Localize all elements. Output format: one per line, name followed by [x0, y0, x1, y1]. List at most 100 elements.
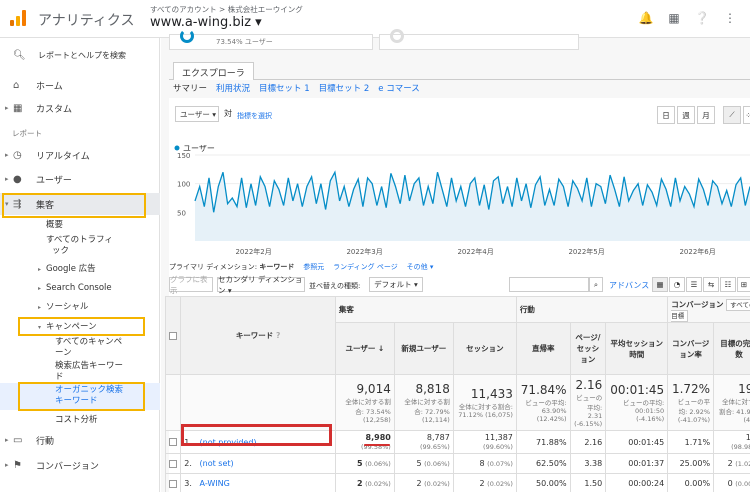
period-week-button[interactable]: 週: [677, 106, 695, 124]
dimension-other-link[interactable]: その他 ▾: [407, 263, 434, 271]
period-month-button[interactable]: 月: [697, 106, 715, 124]
row-cr: 25.00%: [667, 453, 715, 474]
table-row[interactable]: 2. (not set) 5 (0.06%) 5 (0.06%) 8 (0.07%) 6…: [165, 453, 750, 474]
sidebar-sub-all-campaigns-2[interactable]: ーン: [55, 348, 72, 359]
sidebar-search[interactable]: 🔍︎ レポートとヘルプを検索: [0, 44, 160, 66]
advanced-link[interactable]: アドバンス: [609, 280, 649, 291]
plot-rows-button[interactable]: グラフに表示: [169, 275, 213, 295]
table-view-icon[interactable]: ▦: [652, 277, 668, 292]
row-keyword-link[interactable]: A-WING: [200, 479, 230, 488]
row-new-cell: 8,787 (99.65%): [393, 430, 454, 454]
col-conv-rate[interactable]: コンバージョン率: [667, 322, 715, 375]
row-users-cell: 8,980 (99.58%): [334, 430, 395, 454]
donut-icon: [390, 29, 404, 43]
dimension-landing-link[interactable]: ランディング ページ: [333, 263, 398, 271]
chevron-right-icon: ▸: [5, 151, 9, 159]
sidebar-sub-paid-keywords[interactable]: 検索広告キーワー: [55, 361, 123, 372]
help-icon[interactable]: ❔: [694, 10, 710, 26]
total-bounce: 71.84%: [520, 382, 567, 397]
subtab-goal2[interactable]: 目標セット 2: [319, 82, 370, 94]
select-all-checkbox[interactable]: [169, 331, 177, 340]
row-new-cell: 5 (0.06%): [393, 453, 454, 474]
row-sessions-cell: 8 (0.07%): [452, 453, 517, 474]
line-chart-icon[interactable]: ⟋: [723, 106, 741, 124]
total-new-cell: 8,818 全体に対する割合: 72.79% (12,114): [393, 374, 454, 431]
sidebar-sub-social[interactable]: ソーシャル: [46, 302, 88, 313]
highlight-organic: [18, 382, 145, 411]
property-selector[interactable]: www.a-wing.biz ▾: [150, 15, 262, 30]
summary-pct: 73.54% ユーザー: [216, 38, 273, 46]
sidebar-sub-all-campaigns[interactable]: すべてのキャンペ: [55, 337, 122, 348]
period-day-button[interactable]: 日: [657, 106, 675, 124]
total-new: 8,818: [415, 381, 450, 396]
sidebar-sub-overview[interactable]: 概要: [46, 220, 63, 231]
comparison-view-icon[interactable]: ⇆: [703, 277, 719, 292]
subtab-usage[interactable]: 利用状況: [216, 82, 250, 94]
metric-select[interactable]: ユーザー ▾: [175, 106, 219, 122]
summary-card: 73.54% ユーザー: [169, 29, 373, 50]
apps-grid-icon[interactable]: ▦: [666, 10, 682, 26]
scatter-icon[interactable]: ⁘: [743, 106, 750, 124]
col-pages-per-session[interactable]: ページ/セッション: [569, 322, 607, 375]
subtab-goal1[interactable]: 目標セット 1: [259, 82, 310, 94]
home-icon: ⌂: [13, 79, 20, 91]
notification-bell-icon[interactable]: 🔔: [638, 10, 654, 26]
chevron-right-icon: ▸: [38, 285, 42, 292]
sidebar-item-realtime[interactable]: ▸ ◷ リアルタイム: [0, 144, 160, 166]
sidebar-item-conversion[interactable]: ▸ ⚑ コンバージョン: [0, 454, 160, 476]
performance-view-icon[interactable]: ☰: [686, 277, 702, 292]
col-avg-duration[interactable]: 平均セッション時間: [605, 322, 669, 375]
col-bounce[interactable]: 直帰率: [515, 322, 571, 375]
subtab-ecommerce[interactable]: e コマース: [378, 82, 420, 94]
compare-metric-link[interactable]: 指標を選択: [237, 111, 272, 121]
row-keyword-link[interactable]: (not set): [200, 459, 234, 468]
sidebar-item-users[interactable]: ▸ ● ユーザー: [0, 168, 160, 190]
row-checkbox-cell: [165, 473, 182, 492]
row-checkbox[interactable]: [169, 438, 177, 446]
dimension-active[interactable]: キーワード: [259, 263, 294, 271]
col-users[interactable]: ユーザー ↓: [334, 322, 395, 375]
x-tick-label: 2022年6月: [679, 247, 715, 256]
sidebar-sub-cost[interactable]: コスト分析: [55, 415, 98, 426]
sidebar-item-custom[interactable]: ▸ ▦ カスタム: [0, 97, 160, 119]
row-checkbox[interactable]: [169, 459, 177, 468]
col-goal-completions[interactable]: 目標の完了数: [713, 322, 750, 375]
metric-select-label: ユーザー: [180, 109, 210, 119]
sidebar-item-behavior[interactable]: ▸ ▭ 行動: [0, 429, 160, 451]
total-goal-sub: 全体に対する割合: 41.91% (470): [718, 397, 750, 424]
sidebar-sub-all-traffic[interactable]: すべてのトラフィ: [46, 235, 113, 246]
table-search-input[interactable]: [509, 277, 589, 292]
chevron-right-icon: ▸: [38, 266, 42, 273]
analytics-logo-icon[interactable]: [10, 10, 26, 26]
chevron-right-icon: ▸: [5, 104, 9, 112]
pivot-view-icon[interactable]: ⊞: [737, 277, 750, 292]
sidebar-sub-search-console[interactable]: Search Console: [46, 283, 112, 294]
select-all-cell: [165, 296, 182, 375]
sidebar-sub-google-ads[interactable]: Google 広告: [46, 264, 96, 275]
more-vert-icon[interactable]: ⋮: [722, 10, 738, 26]
col-new-users[interactable]: 新規ユーザー: [393, 322, 454, 375]
donut-icon: [180, 29, 194, 43]
row-pps: 1.50: [569, 473, 607, 492]
highlight-campaign: [18, 317, 145, 336]
search-icon[interactable]: ⌕: [589, 277, 603, 292]
subtab-summary[interactable]: サマリー: [173, 82, 207, 94]
sort-type-label: 並べ替えの種類:: [309, 282, 361, 290]
secondary-dimension-select[interactable]: セカンダリ ディメンション ▾: [217, 275, 305, 295]
chevron-right-icon: ▸: [5, 175, 9, 183]
breadcrumb[interactable]: すべてのアカウント > 株式会社エーウイング: [150, 4, 303, 15]
tab-explorer[interactable]: エクスプローラ: [173, 62, 254, 80]
col-sessions[interactable]: セッション: [452, 322, 517, 375]
sidebar-item-home[interactable]: ⌂ ホーム: [0, 74, 160, 96]
keyword-header-label: キーワード: [235, 331, 274, 340]
row-sessions-cell: 11,387 (99.60%): [452, 430, 517, 454]
term-cloud-icon[interactable]: ☷: [720, 277, 736, 292]
row-checkbox[interactable]: [169, 479, 177, 488]
dimension-bar: プライマリ ディメンション: キーワード 参照元 ランディング ページ その他 …: [169, 262, 433, 272]
sidebar-sub-all-traffic-2[interactable]: ック: [52, 246, 69, 257]
table-row[interactable]: 3. A-WING 2 (0.02%) 2 (0.02%) 2 (0.02%) 50.0…: [165, 473, 750, 492]
dimension-source-link[interactable]: 参照元: [303, 263, 324, 271]
sort-type-select[interactable]: デフォルト ▾: [369, 277, 423, 292]
pie-view-icon[interactable]: ◔: [669, 277, 685, 292]
keyword-header[interactable]: キーワード ?: [180, 296, 336, 375]
